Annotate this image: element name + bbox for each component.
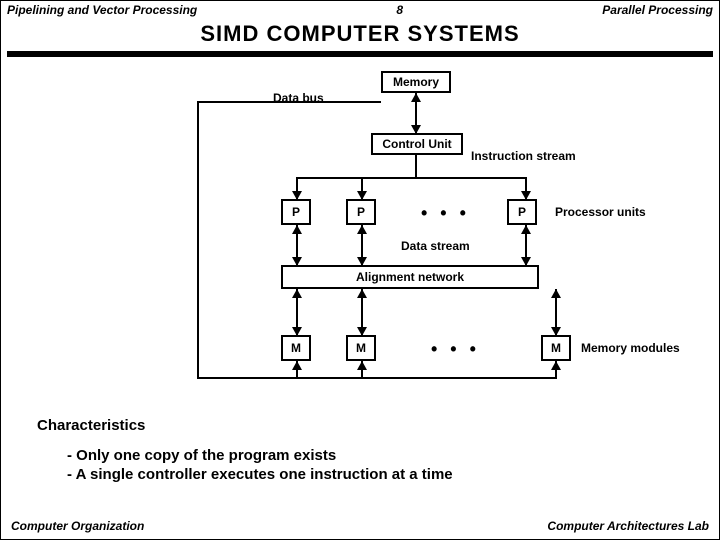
page-number: 8 [396, 3, 403, 17]
memory-module-box-1: M [281, 335, 311, 361]
footer-right: Computer Architectures Lab [547, 519, 709, 533]
diagram: Memory Data bus Control Unit Instruction… [1, 57, 719, 417]
alignment-network-box: Alignment network [281, 265, 539, 289]
arrow-mn-up [551, 289, 561, 298]
arrow-p2-up [357, 225, 367, 234]
characteristics-heading: Characteristics [37, 417, 145, 434]
memory-module-box-n: M [541, 335, 571, 361]
memory-module-label-2: M [356, 341, 366, 355]
processor-units-label: Processor units [555, 205, 646, 219]
processor-box-2: P [346, 199, 376, 225]
header-bar: Pipelining and Vector Processing 8 Paral… [1, 1, 719, 17]
memory-module-box-2: M [346, 335, 376, 361]
loop-top-horizontal [197, 101, 271, 103]
arrow-m1-up [292, 289, 302, 298]
line-cu-bus [415, 155, 417, 177]
bullet-1: - Only one copy of the program exists [67, 447, 453, 466]
slide-title: SIMD COMPUTER SYSTEMS [1, 21, 719, 47]
arrow-p1-up [292, 225, 302, 234]
loop-d3-up [551, 361, 561, 370]
arrow-pn-up [521, 225, 531, 234]
memory-module-label-1: M [291, 341, 301, 355]
bullet-list: - Only one copy of the program exists - … [67, 447, 453, 485]
data-stream-label: Data stream [401, 239, 470, 253]
footer-left: Computer Organization [11, 519, 144, 533]
memory-module-label-n: M [551, 341, 561, 355]
bullet-2: - A single controller executes one instr… [67, 466, 453, 485]
control-unit-label: Control Unit [382, 137, 451, 151]
control-unit-box: Control Unit [371, 133, 463, 155]
processor-label-1: P [292, 205, 300, 219]
processor-box-1: P [281, 199, 311, 225]
arrow-m2-up [357, 289, 367, 298]
arrow-memory-up [411, 93, 421, 102]
processor-label-2: P [357, 205, 365, 219]
processor-label-n: P [518, 205, 526, 219]
instruction-stream-label: Instruction stream [471, 149, 576, 163]
processor-ellipsis: • • • [421, 203, 470, 224]
loop-left-vertical [197, 101, 199, 379]
memory-ellipsis: • • • [431, 339, 480, 360]
loop-bottom-bus [197, 377, 557, 379]
footer-bar: Computer Organization Computer Architect… [1, 519, 719, 533]
slide: Pipelining and Vector Processing 8 Paral… [0, 0, 720, 540]
header-left: Pipelining and Vector Processing [7, 3, 197, 17]
header-right: Parallel Processing [602, 3, 713, 17]
alignment-network-label: Alignment network [356, 270, 464, 284]
loop-d1-up [292, 361, 302, 370]
memory-modules-label: Memory modules [581, 341, 680, 355]
bus-processors [296, 177, 526, 179]
memory-label: Memory [393, 75, 439, 89]
memory-box: Memory [381, 71, 451, 93]
loop-d2-up [357, 361, 367, 370]
line-databus-to-memory [269, 101, 381, 103]
processor-box-n: P [507, 199, 537, 225]
